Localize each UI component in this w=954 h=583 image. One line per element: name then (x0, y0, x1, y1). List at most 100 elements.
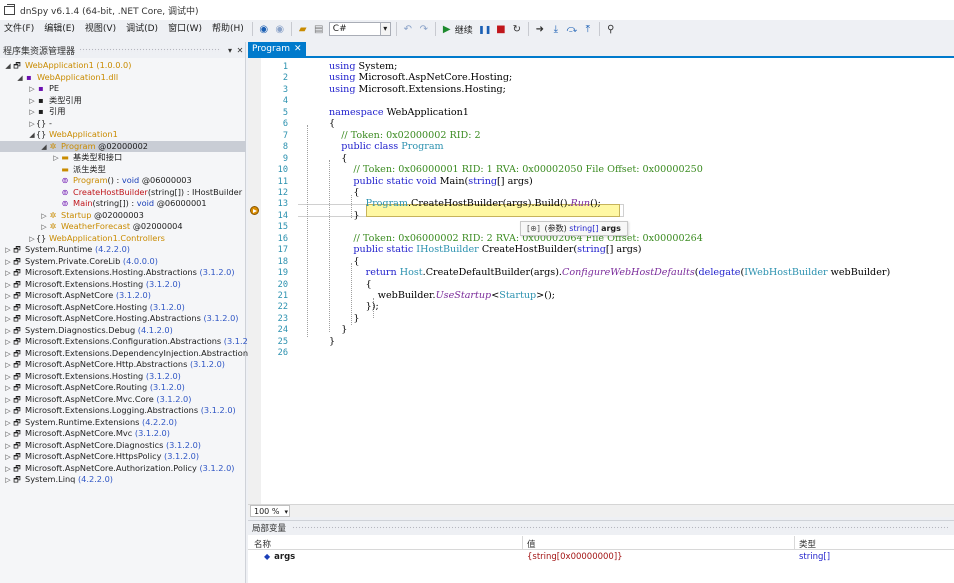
tree-node[interactable]: ▷ 🗗 Microsoft.AspNetCore.Diagnostics (3.1.… (0, 440, 246, 452)
code-line[interactable]: namespace WebApplication1 (329, 107, 469, 118)
breakpoint-margin[interactable] (248, 58, 261, 504)
panel-grip[interactable] (79, 48, 221, 52)
code-line[interactable]: public class Program (329, 141, 443, 152)
tree-node[interactable]: ▷ ▬ 基类型和接口 (0, 152, 246, 164)
panel-dropdown-icon[interactable]: ▾ (225, 46, 235, 55)
tree-node[interactable]: ▷ 🗗 System.Linq (4.2.2.0) (0, 474, 246, 486)
code-line[interactable]: } (329, 336, 335, 347)
code-line[interactable]: return Host.CreateDefaultBuilder(args).C… (329, 267, 891, 278)
code-line[interactable]: public static IHostBuilder CreateHostBui… (329, 244, 641, 255)
zoom-select[interactable]: 100 % (250, 505, 290, 518)
tree-node[interactable]: ▷ 🗗 Microsoft.Extensions.Logging.Abstracti… (0, 405, 246, 417)
code-line[interactable]: public static void Main(string[] args) (329, 176, 532, 187)
code-line[interactable]: { (329, 153, 347, 164)
tree-node[interactable]: ▷ 🗗 System.Diagnostics.Debug (4.1.2.0) (0, 325, 246, 337)
tree-node[interactable]: ▷ 🗗 Microsoft.AspNetCore.Http.Abstractions… (0, 359, 246, 371)
language-select[interactable]: C# (328, 22, 391, 36)
open-list-icon[interactable]: ▤ (312, 22, 326, 36)
column-name[interactable]: 名称 (254, 538, 271, 550)
column-divider[interactable] (794, 536, 795, 550)
column-divider[interactable] (522, 536, 523, 550)
tree-node[interactable]: ▷ 🗗 Microsoft.AspNetCore.Authorization.Pol… (0, 463, 246, 475)
tree-node[interactable]: ◢{} WebApplication1 (0, 129, 246, 141)
tree-node[interactable]: ▷ 🗗 System.Runtime.Extensions (4.2.2.0) (0, 417, 246, 429)
code-line[interactable]: { (329, 187, 359, 198)
tree-node[interactable]: ◢ ✲ Program @02000002 (0, 140, 246, 152)
column-value[interactable]: 值 (527, 538, 536, 550)
close-icon[interactable]: ✕ (294, 42, 302, 56)
tree-node[interactable]: ▷ 🗗 System.Runtime (4.2.2.0) (0, 244, 246, 256)
tree-node[interactable]: ▷ ▪ PE (0, 83, 246, 95)
tree-node[interactable]: ▷ ✲ Startup @02000003 (0, 210, 246, 222)
search-icon[interactable]: ⚲ (604, 22, 618, 36)
redo-icon[interactable]: ↷ (417, 22, 431, 36)
tree-node[interactable]: ▬ 派生类型 (0, 164, 246, 176)
close-icon[interactable]: ✕ (235, 46, 245, 55)
tree-node[interactable]: ▷ 🗗 Microsoft.Extensions.Hosting (3.1.2.0) (0, 371, 246, 383)
open-file-icon[interactable]: ▰ (296, 22, 310, 36)
tree-node[interactable]: ▷{} WebApplication1.Controllers (0, 233, 246, 245)
column-type[interactable]: 类型 (799, 538, 816, 550)
tree-node[interactable]: ▷ ▪ 引用 (0, 106, 246, 118)
locals-row[interactable]: ◆ args {string[0x00000000]} string[] (248, 551, 954, 563)
code-line[interactable]: { (329, 118, 335, 129)
code-line[interactable] (329, 221, 341, 232)
tree-node[interactable]: ▷ 🗗 Microsoft.Extensions.Hosting.Abstracti… (0, 267, 246, 279)
menu-window[interactable]: 窗口(W) (163, 21, 207, 37)
tree-node[interactable]: ▷ 🗗 Microsoft.AspNetCore.Mvc (3.1.2.0) (0, 428, 246, 440)
navigate-forward-icon[interactable]: ◉ (273, 22, 287, 36)
tree-node[interactable]: ⊚ CreateHostBuilder(string[]) : IHostBuil… (0, 187, 246, 199)
menu-file[interactable]: 文件(F) (0, 21, 39, 37)
code-line[interactable]: using Microsoft.Extensions.Hosting; (329, 84, 506, 95)
panel-grip[interactable] (292, 526, 948, 530)
tree-node[interactable]: ⊚ Main(string[]) : void @06000001 (0, 198, 246, 210)
code-line[interactable]: } (329, 313, 359, 324)
code-editor[interactable]: 1 2 3 4 5 6 7 8 9 10 11 12 13 14 15 16 17 18 19 20 21 22 23 24 2… (248, 58, 954, 504)
menu-debug[interactable]: 调试(D) (121, 21, 163, 37)
code-line[interactable]: { (329, 279, 372, 290)
break-all-icon[interactable]: ❚❚ (478, 22, 492, 36)
code-line[interactable]: using System; (329, 61, 397, 72)
tree-node[interactable]: ▷ 🗗 Microsoft.AspNetCore.Hosting.Abstracti… (0, 313, 246, 325)
tree-node[interactable]: ◢ ▪ WebApplication1.dll (0, 72, 246, 84)
menu-edit[interactable]: 编辑(E) (39, 21, 80, 37)
code-line[interactable]: // Token: 0x02000002 RID: 2 (329, 130, 480, 141)
stop-debugging-icon[interactable]: ■ (494, 22, 508, 36)
tree-node[interactable]: ▷ ✲ WeatherForecast @02000004 (0, 221, 246, 233)
restart-icon[interactable]: ↻ (510, 22, 524, 36)
show-next-statement-icon[interactable]: ➜ (533, 22, 547, 36)
code-line[interactable]: // Token: 0x06000001 RID: 1 RVA: 0x00002… (329, 164, 702, 175)
code-line[interactable]: using Microsoft.AspNetCore.Hosting; (329, 72, 512, 83)
code-line[interactable]: Program.CreateHostBuilder(args).Build().… (329, 198, 601, 209)
menu-help[interactable]: 帮助(H) (207, 21, 249, 37)
tree-node[interactable]: ▷ 🗗 System.Private.CoreLib (4.0.0.0) (0, 256, 246, 268)
code-line[interactable]: } (329, 210, 359, 221)
undo-icon[interactable]: ↶ (401, 22, 415, 36)
tree-node[interactable]: ▷ 🗗 Microsoft.Extensions.Configuration.Abs… (0, 336, 259, 348)
code-line[interactable]: }); (329, 301, 379, 312)
tree-node[interactable]: ▷ 🗗 Microsoft.AspNetCore.Mvc.Core (3.1.2.0… (0, 394, 246, 406)
navigate-back-icon[interactable]: ◉ (257, 22, 271, 36)
continue-icon[interactable]: ▶ (440, 22, 454, 36)
tree-node[interactable]: ▷ 🗗 Microsoft.AspNetCore.Hosting (3.1.2.0) (0, 302, 246, 314)
step-over-icon[interactable]: ⤼ (565, 22, 579, 36)
continue-button[interactable]: 继续 (455, 23, 473, 36)
tab-program[interactable]: Program ✕ (248, 42, 306, 56)
tree-node[interactable]: ◢ 🗗 WebApplication1 (1.0.0.0) (0, 60, 246, 72)
code-line[interactable]: webBuilder.UseStartup<Startup>(); (329, 290, 555, 301)
tree-node[interactable]: ▷ 🗗 Microsoft.Extensions.DependencyInjecti… (0, 348, 252, 360)
tree-node[interactable]: ▷{} - (0, 118, 246, 130)
tree-node[interactable]: ▷ ▪ 类型引用 (0, 95, 246, 107)
tree-node[interactable]: ▷ 🗗 Microsoft.AspNetCore.Routing (3.1.2.0) (0, 382, 246, 394)
step-into-icon[interactable]: ⤓ (549, 22, 563, 36)
tree-node[interactable]: ⊚ Program() : void @06000003 (0, 175, 246, 187)
expand-arrow-icon[interactable]: ▷ (4, 475, 12, 487)
menu-view[interactable]: 视图(V) (80, 21, 121, 37)
tree-node[interactable]: ▷ 🗗 Microsoft.Extensions.Hosting (3.1.2.0) (0, 279, 246, 291)
tree-node[interactable]: ▷ 🗗 Microsoft.AspNetCore (3.1.2.0) (0, 290, 246, 302)
tree-node[interactable]: ▷ 🗗 Microsoft.AspNetCore.HttpsPolicy (3.1.… (0, 451, 246, 463)
code-line[interactable]: // Token: 0x06000002 RID: 2 RVA: 0x00002… (329, 233, 702, 244)
step-out-icon[interactable]: ⤒ (581, 22, 595, 36)
code-line[interactable]: } (329, 324, 347, 335)
code-line[interactable]: { (329, 256, 359, 267)
